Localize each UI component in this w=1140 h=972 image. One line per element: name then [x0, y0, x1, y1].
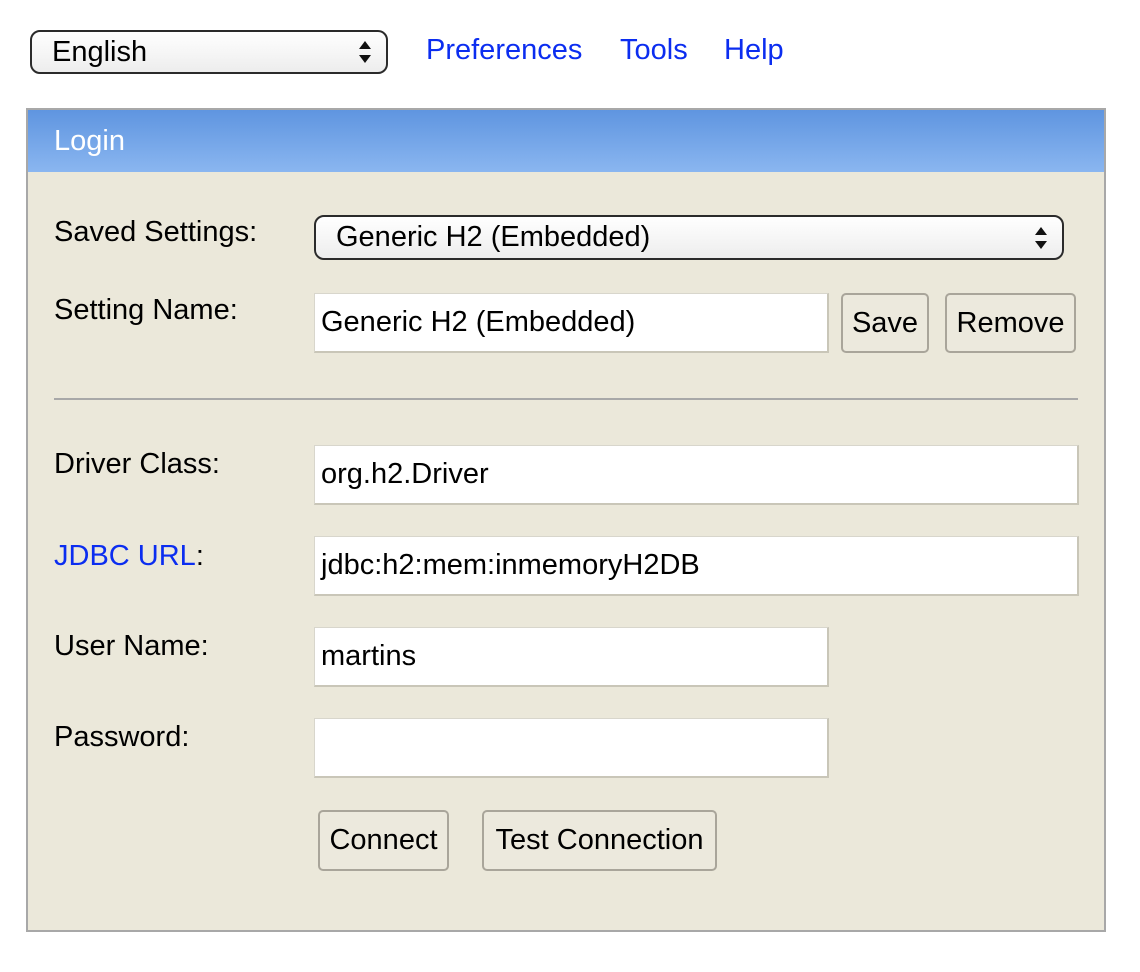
user-name-input[interactable]: martins	[314, 627, 829, 687]
language-select-value: English	[52, 35, 148, 68]
jdbc-url-input[interactable]: jdbc:h2:mem:inmemoryH2DB	[314, 536, 1079, 596]
help-link[interactable]: Help	[724, 34, 784, 67]
driver-class-label: Driver Class:	[54, 448, 220, 480]
setting-name-input[interactable]: Generic H2 (Embedded)	[314, 293, 829, 353]
driver-class-input[interactable]: org.h2.Driver	[314, 445, 1079, 505]
saved-settings-select[interactable]: Generic H2 (Embedded)	[314, 215, 1064, 260]
password-label: Password:	[54, 721, 190, 753]
connect-button[interactable]: Connect	[318, 810, 449, 871]
remove-button[interactable]: Remove	[945, 293, 1076, 353]
section-divider	[54, 398, 1078, 400]
setting-name-value: Generic H2 (Embedded)	[321, 306, 636, 338]
jdbc-url-colon: :	[195, 540, 204, 572]
setting-name-label: Setting Name:	[54, 294, 238, 326]
top-bar: English Preferences Tools Help	[30, 30, 1110, 74]
updown-chevron-icon	[359, 41, 371, 63]
saved-settings-value: Generic H2 (Embedded)	[336, 221, 651, 253]
panel-title: Login	[54, 124, 125, 157]
tools-link[interactable]: Tools	[620, 34, 688, 67]
driver-class-value: org.h2.Driver	[321, 458, 489, 490]
login-panel: Login Saved Settings: Generic H2 (Embedd…	[26, 108, 1106, 932]
jdbc-url-value: jdbc:h2:mem:inmemoryH2DB	[321, 549, 700, 581]
preferences-link[interactable]: Preferences	[426, 34, 582, 67]
panel-header: Login	[28, 110, 1104, 172]
jdbc-url-label: JDBC URL:	[54, 540, 204, 573]
language-select[interactable]: English	[30, 30, 388, 74]
password-input[interactable]	[314, 718, 829, 778]
test-connection-button[interactable]: Test Connection	[482, 810, 717, 871]
user-name-label: User Name:	[54, 630, 209, 662]
user-name-value: martins	[321, 640, 417, 672]
saved-settings-label: Saved Settings:	[54, 216, 258, 248]
save-button[interactable]: Save	[841, 293, 929, 353]
updown-chevron-icon	[1035, 226, 1047, 249]
jdbc-url-link[interactable]: JDBC URL	[54, 540, 196, 572]
